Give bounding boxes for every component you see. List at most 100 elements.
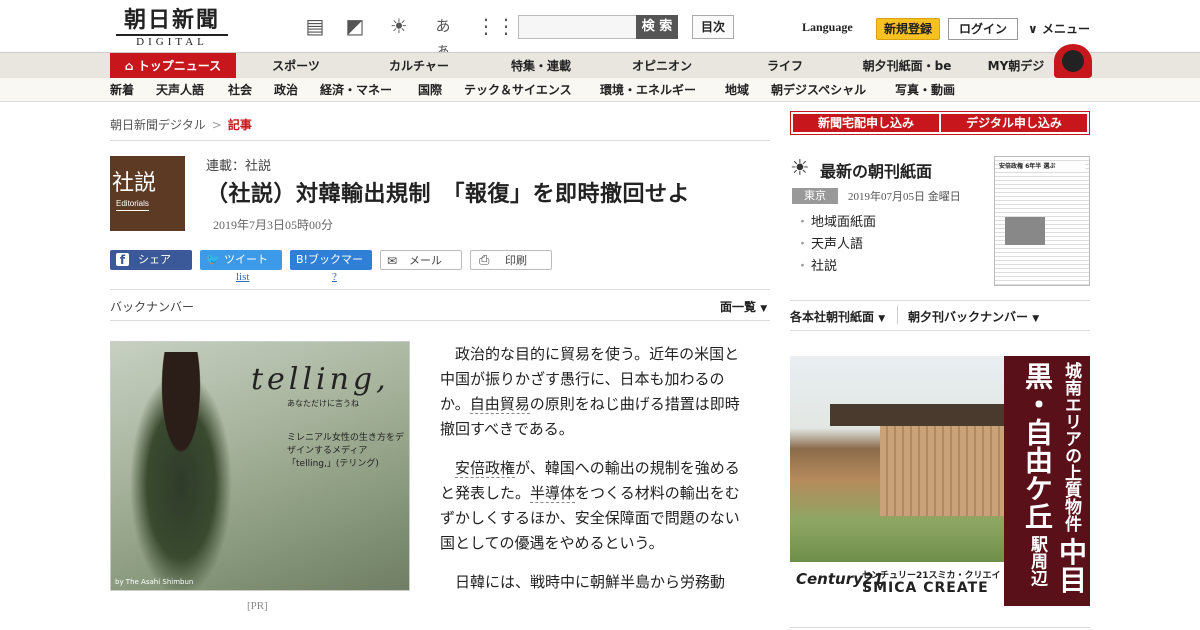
ad-house-wall xyxy=(880,426,1004,516)
nav-top-news[interactable]: ⌂ トップニュース xyxy=(110,53,236,79)
print-button[interactable]: 印刷 xyxy=(470,250,552,271)
series-label[interactable]: 連載：社説 xyxy=(206,155,271,174)
ad-copy: ミレニアル女性の生き方をデザインするメディア「telling,」(テリング) xyxy=(287,433,404,469)
paper-headline: 安倍政権 6年半 選ぶ xyxy=(999,161,1085,170)
ad-logo: telling, xyxy=(251,362,390,397)
chevron-down-icon: ∨ xyxy=(1028,22,1038,36)
nav-politics[interactable]: 政治 xyxy=(274,78,298,102)
keyword-link[interactable]: 自由貿易 xyxy=(469,395,530,414)
digital-subscribe-button[interactable]: デジタル申し込み xyxy=(941,114,1087,132)
nav-features[interactable]: 特集・連載 xyxy=(500,53,582,79)
paper-backnumber-dropdown[interactable]: 朝夕刊バックナンバー ▼ xyxy=(908,308,1039,325)
hatena-bookmark-button[interactable]: B!ブックマーク xyxy=(290,250,372,286)
search-button[interactable]: 検 索 xyxy=(636,15,678,39)
nav-photo-video[interactable]: 写真・動画 xyxy=(895,78,955,102)
secondary-nav: 新着 天声人語 社会 政治 経済・マネー 国際 テック＆サイエンス 環境・エネル… xyxy=(0,78,1200,102)
language-link[interactable]: Language xyxy=(802,20,853,35)
triangle-down-icon: ▼ xyxy=(760,304,768,314)
nav-culture[interactable]: カルチャー xyxy=(376,53,462,79)
paper-links: 地域面紙面 天声人語 社説 xyxy=(796,212,876,278)
hatena-help-link[interactable]: ? xyxy=(332,271,337,283)
location-badge[interactable]: 東京 xyxy=(792,188,838,204)
site-logo[interactable]: 朝日新聞 DIGITAL xyxy=(116,7,228,48)
logo-main-text: 朝日新聞 xyxy=(123,7,220,33)
nav-newspaper[interactable]: 朝夕刊紙面・be xyxy=(852,53,962,79)
nav-my-asadigi[interactable]: MY朝デジ xyxy=(980,53,1052,79)
pr-label: [PR] xyxy=(247,600,268,612)
subscription-buttons: 新聞宅配申し込み デジタル申し込み xyxy=(790,111,1090,135)
editorial-icon: 社説 Editorials xyxy=(110,156,185,231)
nav-region[interactable]: 地域 xyxy=(725,78,749,102)
nav-society[interactable]: 社会 xyxy=(228,78,252,102)
delivery-subscribe-button[interactable]: 新聞宅配申し込み xyxy=(793,114,939,132)
page-list-label: 面一覧 xyxy=(720,300,757,314)
keyword-link[interactable]: 安倍政権 xyxy=(455,459,516,478)
divider xyxy=(110,140,770,141)
ad-copy-1: 城南エリアの上質物件 xyxy=(1061,362,1081,532)
scrap-icon[interactable]: ▤ xyxy=(302,14,328,38)
nav-special[interactable]: 朝デジスペシャル xyxy=(771,78,866,102)
ad-footer: Century21 センチュリー21スミカ・クリエイト SMICA CREATE xyxy=(790,562,1004,606)
article-paragraph: 政治的な目的に貿易を使う。近年の米国と中国が振りかざす愚行に、日本も加わるのか。… xyxy=(440,342,750,442)
newspaper-thumbnail[interactable]: 安倍政権 6年半 選ぶ xyxy=(994,156,1090,286)
page-title: （社説）対韓輸出規制 「報復」を即時撤回せよ xyxy=(206,182,691,207)
nav-economy[interactable]: 経済・マネー xyxy=(320,78,392,102)
mascot-icon[interactable] xyxy=(1054,44,1092,78)
triangle-down-icon: ▼ xyxy=(1032,314,1040,324)
nav-tech-science[interactable]: テック＆サイエンス xyxy=(464,78,572,102)
facebook-share-button[interactable]: シェア xyxy=(110,250,192,270)
editorial-icon-en: Editorials xyxy=(116,198,149,211)
real-estate-ad[interactable]: 城南エリアの上質物件 中目黒・自由ケ丘 駅周辺 Century21 センチュリー… xyxy=(790,356,1090,606)
article-paragraph: 安倍政権が、韓国への輸出の規制を強めると発表した。半導体をつくる材料の輸出をむず… xyxy=(440,456,750,556)
breadcrumb-home[interactable]: 朝日新聞デジタル xyxy=(110,118,206,132)
menu-button[interactable]: ∨ メニュー xyxy=(1028,20,1090,37)
ad-house-photo xyxy=(790,356,1004,562)
nav-life[interactable]: ライフ xyxy=(752,53,818,79)
grid-menu-icon[interactable]: ⋮⋮⋮ xyxy=(476,14,536,38)
mokuji-button[interactable]: 目次 xyxy=(692,15,734,39)
ad-credit: by The Asahi Shimbun xyxy=(115,578,194,586)
editorial-icon-label: 社説 xyxy=(112,171,157,196)
nav-new[interactable]: 新着 xyxy=(110,78,134,102)
breadcrumb-separator: > xyxy=(211,118,222,132)
sun-icon: ☀ xyxy=(790,156,810,181)
branch-papers-dropdown[interactable]: 各本社朝刊紙面 ▼ xyxy=(790,308,885,325)
triangle-down-icon: ▼ xyxy=(878,314,886,324)
primary-nav: ⌂ トップニュース スポーツ カルチャー 特集・連載 オピニオン ライフ 朝夕刊… xyxy=(0,52,1200,79)
divider xyxy=(897,306,898,324)
nav-tenseijingo[interactable]: 天声人語 xyxy=(156,78,204,102)
nav-international[interactable]: 国際 xyxy=(418,78,442,102)
page-list-dropdown[interactable]: 面一覧 ▼ xyxy=(720,298,767,315)
ad-tagline: あなただけに言うね xyxy=(287,399,359,408)
search-input[interactable] xyxy=(518,15,638,39)
logo-sub-text: DIGITAL xyxy=(116,34,228,48)
divider xyxy=(790,627,1090,628)
breadcrumb: 朝日新聞デジタル > 記事 xyxy=(110,116,252,133)
backnumber-link[interactable]: バックナンバー xyxy=(110,298,194,315)
weather-icon[interactable]: ☀ xyxy=(386,14,412,38)
divider xyxy=(110,289,770,290)
nav-opinion[interactable]: オピニオン xyxy=(620,53,704,79)
divider xyxy=(790,330,1090,331)
pr-advertisement[interactable]: telling, あなただけに言うね ミレニアル女性の生き方をデザインするメディ… xyxy=(110,341,410,591)
menu-label: メニュー xyxy=(1041,22,1090,36)
font-size-icon[interactable]: あぁ xyxy=(430,14,456,59)
twitter-list-link[interactable]: list xyxy=(236,271,249,283)
login-button[interactable]: ログイン xyxy=(948,18,1018,40)
article-body: 政治的な目的に貿易を使う。近年の米国と中国が振りかざす愚行に、日本も加わるのか。… xyxy=(440,342,750,609)
nav-top-news-label: トップニュース xyxy=(137,59,222,73)
nav-sports[interactable]: スポーツ xyxy=(256,53,336,79)
mail-button[interactable]: メール xyxy=(380,250,462,271)
home-icon: ⌂ xyxy=(124,59,134,73)
twitter-share-button[interactable]: ツイート xyxy=(200,250,282,270)
paper-link-editorial[interactable]: 社説 xyxy=(796,256,876,278)
register-button[interactable]: 新規登録 xyxy=(876,18,940,40)
keyword-link[interactable]: 半導体 xyxy=(530,484,576,503)
latest-paper-title[interactable]: 最新の朝刊紙面 xyxy=(820,158,932,182)
nav-environment[interactable]: 環境・エネルギー xyxy=(600,78,696,102)
paper-link-region[interactable]: 地域面紙面 xyxy=(796,212,876,234)
notification-icon[interactable]: ◩ xyxy=(342,14,368,38)
paper-link-tenseijingo[interactable]: 天声人語 xyxy=(796,234,876,256)
ad-company-en: SMICA CREATE xyxy=(862,580,989,596)
paper-date: 2019年07月05日 金曜日 xyxy=(848,191,961,203)
